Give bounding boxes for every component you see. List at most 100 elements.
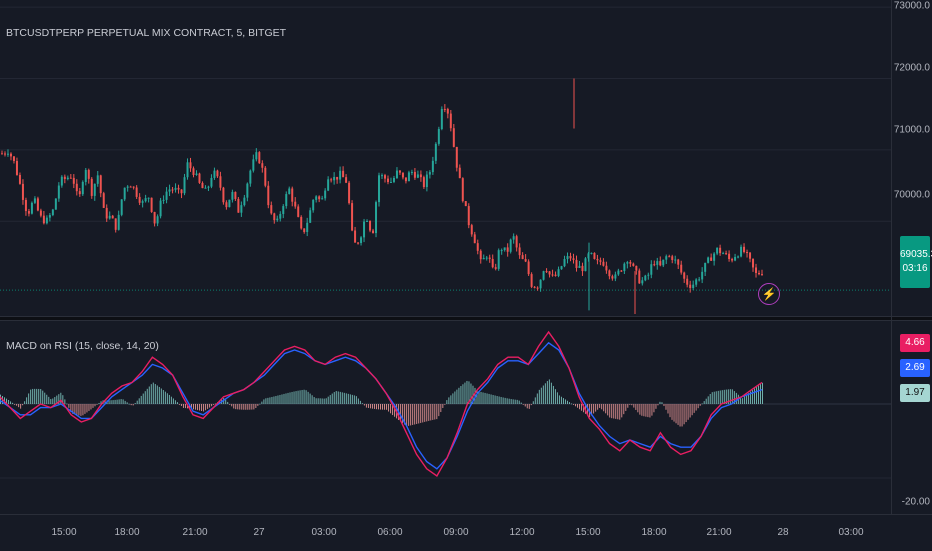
- histogram-bar: [522, 404, 524, 405]
- candle-body: [632, 263, 635, 266]
- histogram-bar: [516, 399, 518, 404]
- histogram-bar: [607, 404, 609, 416]
- histogram-bar: [520, 402, 522, 404]
- histogram-bar: [544, 383, 546, 404]
- histogram-bar: [703, 401, 705, 404]
- histogram-bar: [500, 396, 502, 404]
- indicator-pane[interactable]: MACD on RSI (15, close, 14, 20): [0, 322, 892, 514]
- histogram-bar: [277, 395, 279, 404]
- histogram-bar: [193, 404, 195, 410]
- candle-body: [662, 259, 665, 266]
- candle-body: [449, 113, 452, 129]
- histogram-bar: [645, 404, 647, 417]
- candle-body: [213, 170, 216, 178]
- candle-body: [351, 203, 354, 231]
- candle-body: [539, 279, 542, 289]
- candle-body: [434, 143, 437, 161]
- histogram-bar: [78, 404, 80, 416]
- candle-body: [240, 205, 243, 213]
- price-pane[interactable]: BTCUSDTPERP PERPETUAL MIX CONTRACT, 5, B…: [0, 0, 892, 314]
- histogram-bar: [568, 402, 570, 404]
- trading-chart: BTCUSDTPERP PERPETUAL MIX CONTRACT, 5, B…: [0, 0, 932, 550]
- histogram-bar: [114, 399, 116, 404]
- histogram-bar: [46, 394, 48, 404]
- candle-body: [500, 250, 503, 252]
- histogram-bar: [538, 389, 540, 404]
- histogram-bar: [414, 404, 416, 425]
- histogram-bar: [355, 396, 357, 404]
- histogram-bar: [22, 404, 24, 406]
- candle-body: [294, 201, 297, 207]
- candle-body: [521, 255, 524, 260]
- candle-body: [506, 247, 509, 252]
- histogram-bar: [432, 404, 434, 420]
- histogram-bar: [345, 393, 347, 404]
- histogram-bar: [245, 404, 247, 410]
- histogram-bar: [281, 394, 283, 404]
- histogram-bar: [601, 404, 603, 410]
- time-label: 28: [777, 527, 789, 538]
- candle-body: [132, 186, 135, 188]
- candle-body: [437, 129, 440, 144]
- histogram-bar: [655, 404, 657, 409]
- histogram-bar: [118, 399, 120, 404]
- time-axis[interactable]: 15:00 18:00 21:00 27 03:00 06:00 09:00 1…: [0, 514, 932, 551]
- candle-body: [291, 188, 294, 202]
- histogram-bar: [532, 401, 534, 404]
- histogram-bar: [184, 404, 186, 409]
- candle-body: [105, 207, 108, 219]
- candle-body: [530, 274, 533, 287]
- histogram-bar: [363, 404, 365, 406]
- pane-divider[interactable]: [0, 316, 932, 321]
- lightning-icon[interactable]: ⚡: [758, 283, 780, 305]
- histogram-bar: [289, 392, 291, 404]
- candle-body: [731, 259, 734, 261]
- histogram-bar: [458, 387, 460, 404]
- candle-body: [551, 274, 554, 276]
- histogram-bar: [84, 404, 86, 414]
- candle-body: [378, 175, 381, 203]
- candle-body: [467, 206, 470, 226]
- histogram-bar: [518, 400, 520, 404]
- price-axis-label: 72000.0: [893, 62, 930, 74]
- candle-body: [363, 221, 366, 238]
- histogram-bar: [343, 392, 345, 404]
- candlestick-chart[interactable]: [0, 0, 892, 314]
- histogram-bar: [460, 386, 462, 404]
- candle-body: [195, 173, 198, 175]
- histogram-bar: [150, 384, 152, 404]
- histogram-bar: [476, 390, 478, 404]
- candle-body: [701, 271, 704, 280]
- histogram-bar: [573, 404, 575, 405]
- candle-body: [87, 169, 90, 179]
- price-axis-label: 73000.0: [893, 0, 930, 12]
- histogram-bar: [40, 389, 42, 404]
- histogram-bar: [406, 404, 408, 427]
- histogram-bar: [683, 404, 685, 425]
- histogram-bar: [685, 404, 687, 423]
- candle-body: [509, 239, 512, 252]
- time-label: 09:00: [443, 527, 469, 538]
- candle-body: [713, 253, 716, 261]
- candle-body: [360, 237, 363, 244]
- last-price-value: 69035.3: [900, 249, 932, 260]
- histogram-bar: [249, 404, 251, 410]
- candle-body: [270, 205, 273, 214]
- candle-body: [476, 243, 479, 251]
- histogram-bar: [619, 404, 621, 420]
- indicator-title: MACD on RSI (15, close, 14, 20): [6, 340, 159, 352]
- histogram-bar: [693, 404, 695, 413]
- histogram-bar: [377, 404, 379, 410]
- histogram-bar: [384, 404, 386, 410]
- histogram-bar: [611, 404, 613, 419]
- candle-body: [710, 257, 713, 261]
- histogram-bar: [271, 396, 273, 404]
- histogram-bar: [603, 404, 605, 412]
- candle-body: [392, 178, 395, 182]
- histogram-bar: [689, 404, 691, 418]
- histogram-bar: [295, 391, 297, 404]
- candle-body: [306, 222, 309, 233]
- histogram-bar: [755, 387, 757, 404]
- candle-body: [698, 279, 701, 281]
- price-axis[interactable]: 73000.0 72000.0 71000.0 70000.0 69035.3 …: [891, 0, 932, 514]
